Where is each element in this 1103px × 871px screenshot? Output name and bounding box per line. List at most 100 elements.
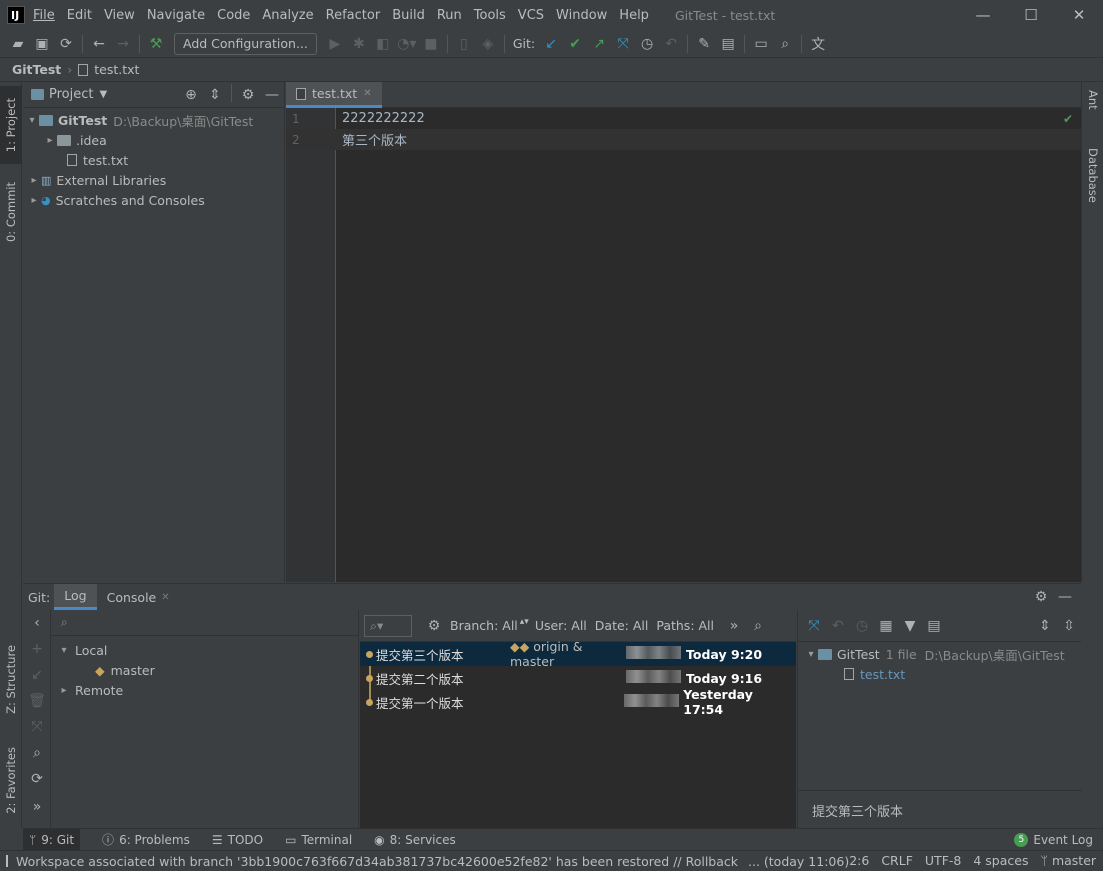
gear-icon[interactable]: ⚙ <box>236 84 260 106</box>
branch-search-input[interactable]: ⌕ <box>51 610 359 636</box>
commit-icon[interactable]: ✔ <box>563 33 587 55</box>
tab-terminal[interactable]: ▭ Terminal <box>285 833 352 847</box>
history-icon[interactable]: ◷ <box>635 33 659 55</box>
filter-date[interactable]: Date: All <box>595 618 649 633</box>
expand-arrow-icon[interactable]: ▾ <box>57 645 71 656</box>
menu-run[interactable]: Run <box>437 8 462 23</box>
collapse-all-icon[interactable]: ⇳ <box>1057 615 1081 637</box>
search-everywhere-icon[interactable]: ⌕ <box>773 33 797 55</box>
sync-icon[interactable]: ⟳ <box>54 33 78 55</box>
profile-icon[interactable]: ◔▾ <box>395 33 419 55</box>
branch-group-local[interactable]: ▾ Local <box>51 640 359 660</box>
search-icon[interactable]: ⌕ <box>25 742 49 764</box>
expand-all-icon[interactable]: ⇕ <box>1033 615 1057 637</box>
branch-group-remote[interactable]: ▸ Remote <box>51 680 359 700</box>
status-message[interactable]: Workspace associated with branch '3bb190… <box>16 854 738 869</box>
settings-wrench-icon[interactable]: ✎ <box>692 33 716 55</box>
search-icon[interactable]: ⌕ <box>746 615 770 637</box>
collapse-arrow-icon[interactable]: ▸ <box>27 195 41 206</box>
tab-commit[interactable]: 0: Commit <box>0 174 22 250</box>
collapse-arrow-icon[interactable]: ▸ <box>27 175 41 186</box>
rollback-icon[interactable]: ↶ <box>659 33 683 55</box>
debug-icon[interactable]: ✱ <box>347 33 371 55</box>
menu-build[interactable]: Build <box>392 8 425 23</box>
menu-window[interactable]: Window <box>556 8 607 23</box>
file-encoding[interactable]: UTF-8 <box>925 853 961 869</box>
build-hammer-icon[interactable]: ⚒ <box>144 33 168 55</box>
group-by-icon[interactable]: ▦ <box>874 615 898 637</box>
tree-node-test-txt[interactable]: test.txt <box>23 150 284 170</box>
close-tab-icon[interactable]: ✕ <box>363 88 371 99</box>
coverage-icon[interactable]: ◧ <box>371 33 395 55</box>
back-icon[interactable]: ← <box>87 33 111 55</box>
show-diff-icon[interactable]: ⤧ <box>802 615 826 637</box>
menu-analyze[interactable]: Analyze <box>262 8 313 23</box>
menu-vcs[interactable]: VCS <box>518 8 544 23</box>
attach-icon[interactable]: ◈ <box>476 33 500 55</box>
caret-position[interactable]: 2:6 <box>849 853 869 869</box>
locate-icon[interactable]: ⊕ <box>179 84 203 106</box>
menu-help[interactable]: Help <box>619 8 649 23</box>
add-configuration-button[interactable]: Add Configuration... <box>174 32 317 55</box>
tree-node-external-libraries[interactable]: ▸ ▥ External Libraries <box>23 170 284 190</box>
fetch-icon[interactable]: ⟳ <box>25 768 49 790</box>
project-view-selector[interactable]: Project <box>49 87 93 102</box>
open-folder-icon[interactable]: ▰ <box>6 33 30 55</box>
tab-problems[interactable]: ⓘ 6: Problems <box>102 831 190 848</box>
tab-console[interactable]: Console ✕ <box>97 584 180 610</box>
tab-structure[interactable]: Z: Structure <box>0 638 22 720</box>
layout-icon[interactable]: ▤ <box>922 615 946 637</box>
gear-icon[interactable]: ⚙ <box>422 615 446 637</box>
collapse-all-icon[interactable]: ⇕ <box>203 84 227 106</box>
changed-files-root[interactable]: ▾ GitTest 1 file D:\Backup\桌面\GitTest <box>798 644 1081 664</box>
chevron-down-icon[interactable]: ▼ <box>99 89 107 100</box>
menu-file[interactable]: File <box>33 8 55 23</box>
more-icon[interactable]: » <box>722 615 746 637</box>
hide-branches-icon[interactable]: ‹ <box>25 612 49 634</box>
collapse-arrow-icon[interactable]: ▸ <box>57 685 71 696</box>
tab-database[interactable]: Database <box>1082 148 1103 203</box>
tab-log[interactable]: Log <box>54 584 97 610</box>
gear-icon[interactable]: ⚙ <box>1029 586 1053 608</box>
menu-tools[interactable]: Tools <box>474 8 506 23</box>
push-icon[interactable]: ↗ <box>587 33 611 55</box>
tab-favorites[interactable]: 2: Favorites <box>0 738 22 822</box>
expand-arrow-icon[interactable]: ▾ <box>25 115 39 126</box>
filter-user[interactable]: User: All <box>535 618 587 633</box>
tree-node-root[interactable]: ▾ GitTest D:\Backup\桌面\GitTest <box>23 110 284 130</box>
tab-project[interactable]: 1: Project <box>0 86 22 164</box>
compare-icon[interactable]: ⤧ <box>25 716 49 738</box>
git-branch-widget[interactable]: ᛘ master <box>1040 853 1096 869</box>
log-filter-input[interactable]: ⌕▾ <box>364 614 412 637</box>
collapse-arrow-icon[interactable]: ▸ <box>43 135 57 146</box>
hide-icon[interactable]: — <box>260 84 284 106</box>
changed-file[interactable]: test.txt <box>798 664 1081 684</box>
device-icon[interactable]: ▯ <box>452 33 476 55</box>
commit-row[interactable]: 提交第一个版本 Yesterday 17:54 <box>360 687 796 717</box>
terminal-icon[interactable]: ▭ <box>749 33 773 55</box>
project-structure-icon[interactable]: ▤ <box>716 33 740 55</box>
tree-node-scratches[interactable]: ▸ ◕ Scratches and Consoles <box>23 190 284 210</box>
toggle-tool-windows-icon[interactable] <box>6 855 8 867</box>
tab-git[interactable]: ᛘ 9: Git <box>23 828 81 851</box>
save-all-icon[interactable]: ▣ <box>30 33 54 55</box>
minimize-icon[interactable]: — <box>959 0 1007 30</box>
branch-master[interactable]: ◆ master <box>51 660 359 680</box>
filter-icon[interactable]: ▼ <box>898 615 922 637</box>
close-icon[interactable]: ✕ <box>1055 0 1103 30</box>
menu-view[interactable]: View <box>104 8 135 23</box>
filter-paths[interactable]: Paths: All <box>656 618 714 633</box>
indent-setting[interactable]: 4 spaces <box>973 853 1028 869</box>
line-separator[interactable]: CRLF <box>881 853 913 869</box>
tab-todo[interactable]: ☰ TODO <box>212 833 263 847</box>
update-icon[interactable]: ↙ <box>25 664 49 686</box>
breadcrumb-file[interactable]: test.txt <box>94 62 139 77</box>
filter-branch[interactable]: Branch: All <box>450 618 518 633</box>
inspection-ok-icon[interactable]: ✔ <box>1063 112 1073 126</box>
git-branches-icon[interactable]: ⤧ <box>611 33 635 55</box>
delete-icon[interactable]: 🗑 <box>25 690 49 712</box>
new-branch-icon[interactable]: + <box>25 638 49 660</box>
event-log-button[interactable]: 5 Event Log <box>1014 832 1093 847</box>
editor-tab-test-txt[interactable]: test.txt ✕ <box>286 82 382 108</box>
more-icon[interactable]: » <box>25 796 49 818</box>
